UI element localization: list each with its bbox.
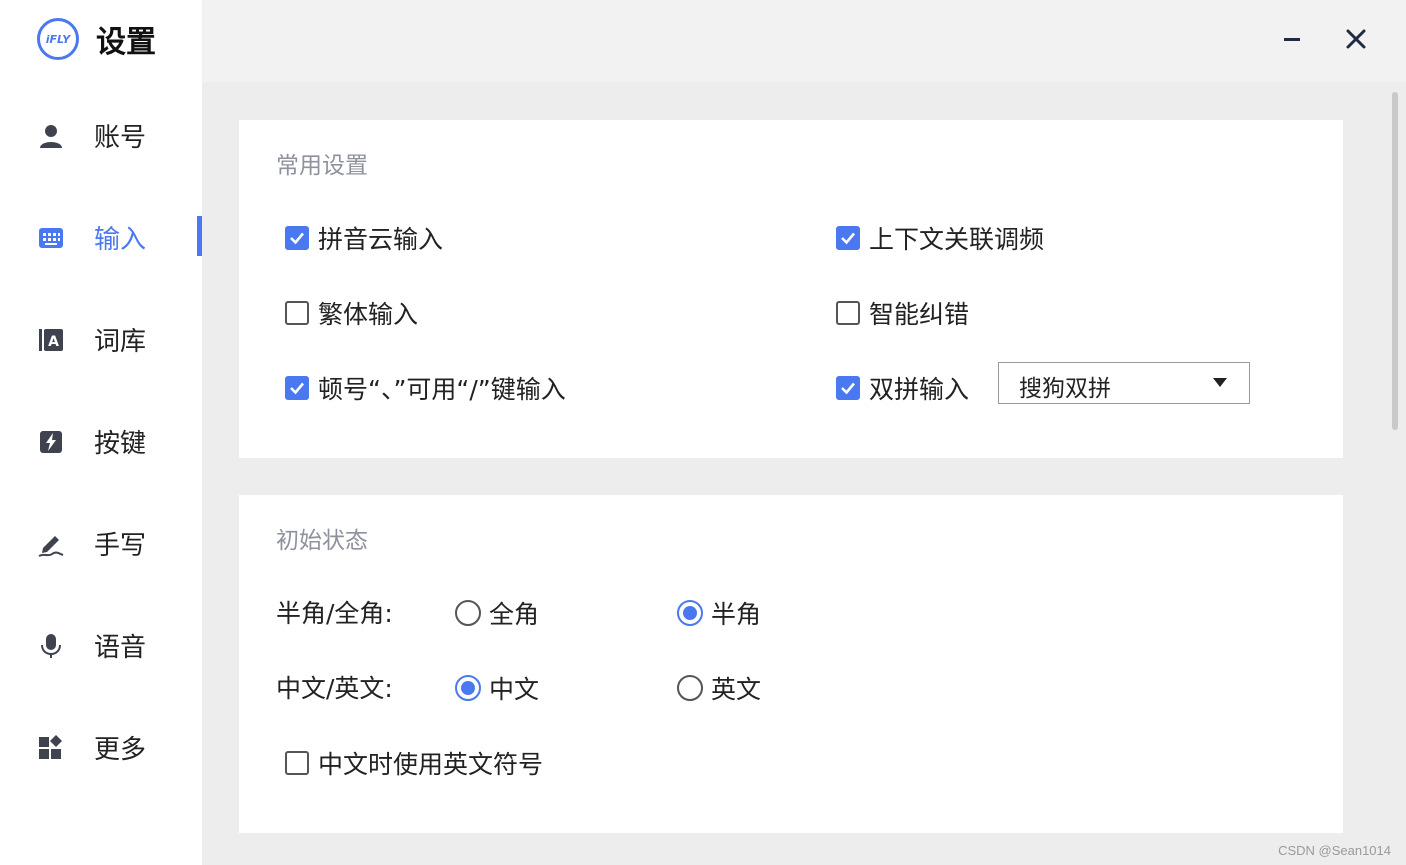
radio-button[interactable] (455, 675, 481, 701)
initial-state-card: 初始状态 半角/全角: 全角 半角 中文/英文: 中文 英文 中文时使用英文符号 (239, 495, 1343, 833)
check-icon (290, 232, 304, 245)
check-icon (841, 232, 855, 245)
checkbox[interactable] (836, 376, 860, 400)
user-icon (40, 125, 62, 148)
section-title: 常用设置 (276, 153, 368, 179)
title-bar (202, 0, 1406, 82)
dictionary-icon: A (39, 329, 63, 351)
radio-label: 英文 (711, 675, 762, 704)
option-pinyin-cloud[interactable]: 拼音云输入 (285, 220, 443, 256)
sidebar-item-label: 语音 (94, 632, 147, 663)
sidebar-item-label: 更多 (94, 734, 147, 765)
sidebar-item-label: 手写 (94, 530, 147, 561)
language-mode-label: 中文/英文: (276, 674, 393, 703)
radio-full-width[interactable]: 全角 (455, 595, 539, 631)
sidebar-item-more[interactable]: 更多 (0, 717, 202, 777)
option-label: 拼音云输入 (318, 225, 444, 254)
check-icon (290, 382, 304, 395)
option-label: 上下文关联调频 (869, 225, 1045, 254)
microphone-icon (41, 634, 61, 658)
option-english-punctuation[interactable]: 中文时使用英文符号 (285, 745, 543, 781)
check-icon (841, 382, 855, 395)
close-button[interactable] (1339, 22, 1373, 56)
checkbox[interactable] (285, 301, 309, 325)
option-slash-comma[interactable]: 顿号“、”可用“/”键输入 (285, 370, 566, 406)
shuangpin-scheme-select[interactable]: 搜狗双拼 (998, 362, 1250, 404)
sidebar-item-label: 词库 (94, 326, 147, 357)
radio-chinese[interactable]: 中文 (455, 670, 539, 706)
chevron-down-icon (1213, 378, 1227, 387)
section-title: 初始状态 (276, 528, 368, 554)
sidebar-item-handwriting[interactable]: 手写 (0, 513, 202, 573)
radio-half-width[interactable]: 半角 (677, 595, 761, 631)
checkbox[interactable] (285, 751, 309, 775)
minimize-button[interactable] (1275, 22, 1309, 56)
radio-label: 半角 (711, 600, 762, 629)
ifly-logo: iFLY (37, 18, 79, 60)
width-mode-label: 半角/全角: (276, 599, 393, 628)
sidebar-item-label: 按键 (94, 428, 147, 459)
radio-label: 中文 (489, 675, 540, 704)
minimize-icon (1284, 38, 1300, 41)
radio-button[interactable] (677, 675, 703, 701)
svg-text:A: A (48, 334, 59, 350)
watermark: CSDN @Sean1014 (1278, 843, 1391, 858)
sidebar-item-account[interactable]: 账号 (0, 105, 202, 165)
radio-button[interactable] (455, 600, 481, 626)
option-label: 中文时使用英文符号 (318, 750, 544, 779)
checkbox[interactable] (836, 301, 860, 325)
sidebar-item-label: 输入 (94, 224, 147, 255)
select-value: 搜狗双拼 (1019, 376, 1111, 402)
sidebar: iFLY 设置 账号 输入 A 词库 按键 手写 语音 更多 (0, 0, 202, 865)
option-label: 双拼输入 (869, 375, 970, 404)
app-title: 设置 (96, 25, 156, 60)
option-traditional-input[interactable]: 繁体输入 (285, 295, 418, 331)
sidebar-item-label: 账号 (94, 122, 147, 153)
vertical-scrollbar[interactable] (1392, 92, 1398, 430)
pen-icon (38, 536, 64, 557)
radio-english[interactable]: 英文 (677, 670, 761, 706)
option-shuangpin[interactable]: 双拼输入 (836, 370, 969, 406)
key-bolt-icon (40, 431, 62, 453)
close-icon (1346, 29, 1366, 49)
radio-button[interactable] (677, 600, 703, 626)
option-label: 智能纠错 (869, 300, 970, 329)
apps-icon (39, 735, 62, 759)
active-indicator (197, 216, 202, 256)
keyboard-icon (39, 228, 63, 248)
sidebar-item-input[interactable]: 输入 (0, 207, 202, 267)
checkbox[interactable] (285, 226, 309, 250)
common-settings-card: 常用设置 拼音云输入 上下文关联调频 繁体输入 智能纠错 顿号“、”可用“/”键… (239, 120, 1343, 458)
sidebar-item-voice[interactable]: 语音 (0, 615, 202, 675)
sidebar-item-dictionary[interactable]: A 词库 (0, 309, 202, 369)
option-label: 顿号“、”可用“/”键输入 (318, 375, 566, 404)
brand: iFLY 设置 (37, 17, 156, 61)
option-smart-correction[interactable]: 智能纠错 (836, 295, 969, 331)
checkbox[interactable] (836, 226, 860, 250)
checkbox[interactable] (285, 376, 309, 400)
option-label: 繁体输入 (318, 300, 419, 329)
option-context-frequency[interactable]: 上下文关联调频 (836, 220, 1044, 256)
radio-label: 全角 (489, 600, 540, 629)
sidebar-item-keys[interactable]: 按键 (0, 411, 202, 471)
